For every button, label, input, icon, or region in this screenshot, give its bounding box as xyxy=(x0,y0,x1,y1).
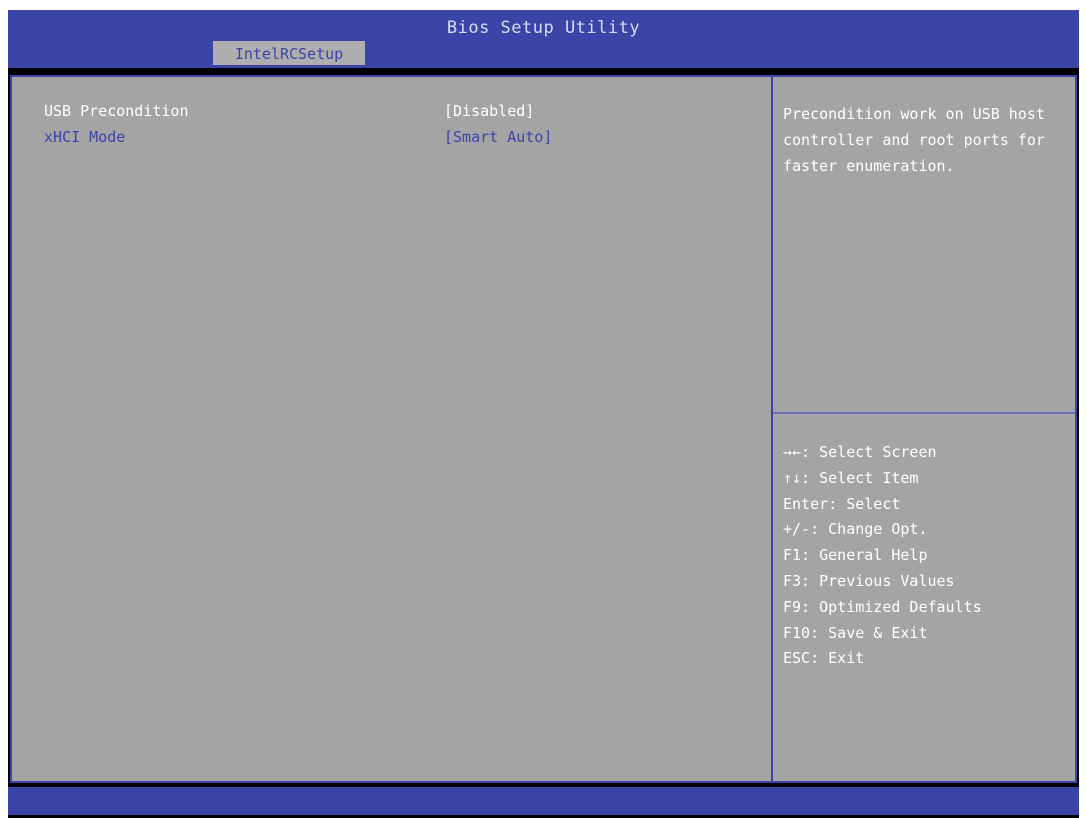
tab-intelrcsetup[interactable]: IntelRCSetup xyxy=(213,41,365,65)
window-title: Bios Setup Utility xyxy=(446,18,641,38)
settings-pane: USB Precondition [Disabled] xHCI Mode [S… xyxy=(12,77,771,781)
bios-header: Bios Setup Utility IntelRCSetup xyxy=(8,10,1079,65)
legend-item-previous-values: F3: Previous Values xyxy=(783,571,955,590)
help-divider xyxy=(773,412,1075,414)
legend-item-enter-select: Enter: Select xyxy=(783,494,901,513)
help-description: Precondition work on USB host controller… xyxy=(783,105,1045,175)
setting-value[interactable]: [Disabled] xyxy=(444,102,534,120)
help-pane: Precondition work on USB host controller… xyxy=(771,77,1075,781)
setting-value[interactable]: [Smart Auto] xyxy=(444,128,552,146)
setting-label: USB Precondition xyxy=(44,102,189,120)
setting-row-xhci-mode[interactable]: xHCI Mode [Smart Auto] xyxy=(12,128,771,154)
bios-footer xyxy=(8,787,1079,815)
setting-label: xHCI Mode xyxy=(44,128,126,146)
main-content: USB Precondition [Disabled] xHCI Mode [S… xyxy=(10,75,1077,783)
key-legend: →←: Select Screen ↑↓: Select Item Enter:… xyxy=(783,439,1073,671)
header-divider xyxy=(8,65,1079,68)
setting-row-usb-precondition[interactable]: USB Precondition [Disabled] xyxy=(12,102,771,128)
legend-item-select-screen: →←: Select Screen xyxy=(783,443,937,461)
legend-item-general-help: F1: General Help xyxy=(783,546,928,565)
legend-item-select-item: ↑↓: Select Item xyxy=(783,468,919,487)
legend-item-optimized-defaults: F9: Optimized Defaults xyxy=(783,597,982,616)
bios-window: Bios Setup Utility IntelRCSetup USB Prec… xyxy=(8,10,1079,818)
legend-item-esc-exit: ESC: Exit xyxy=(783,649,865,668)
legend-item-change-opt: +/-: Change Opt. xyxy=(783,520,928,539)
legend-item-save-exit: F10: Save & Exit xyxy=(783,623,928,642)
